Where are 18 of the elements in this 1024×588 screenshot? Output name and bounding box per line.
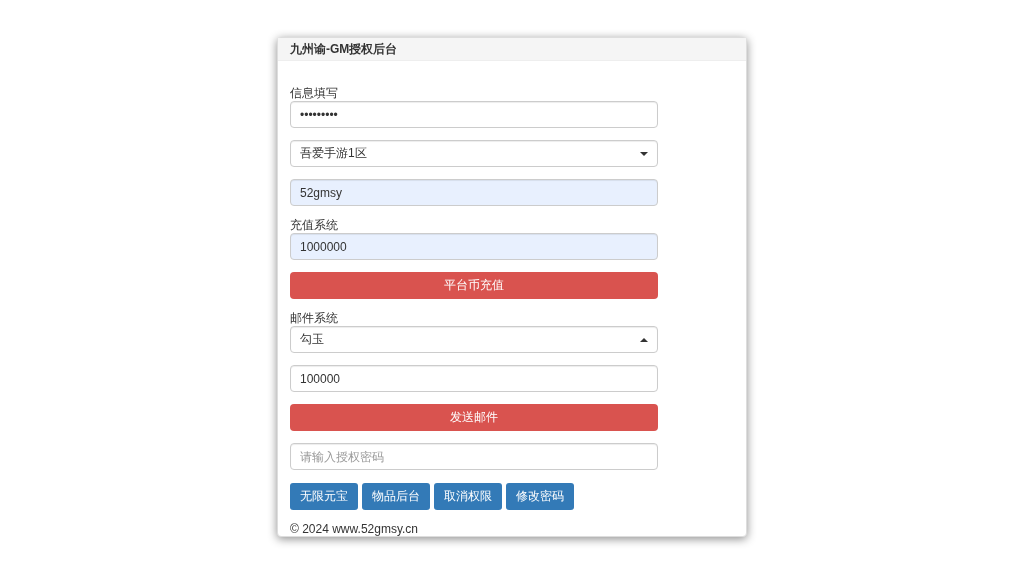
action-button[interactable]: 物品后台 xyxy=(362,483,430,510)
input-field[interactable]: 100000 xyxy=(290,365,658,392)
action-button[interactable]: 修改密码 xyxy=(506,483,574,510)
section-label: 邮件系统 xyxy=(290,311,339,325)
input-field[interactable]: 52gmsy xyxy=(290,179,658,206)
submit-button[interactable]: 平台币充值 xyxy=(290,272,658,299)
select-field[interactable]: 勾玉 xyxy=(290,326,658,353)
panel-title: 九州谕-GM授权后台 xyxy=(278,38,746,61)
section-label: 充值系统 xyxy=(290,218,339,232)
input-field[interactable]: ••••••••• xyxy=(290,101,658,128)
input-field[interactable]: 请输入授权密码 xyxy=(290,443,658,470)
section-label: 信息填写 xyxy=(290,86,339,100)
input-field[interactable]: 1000000 xyxy=(290,233,658,260)
select-field[interactable]: 吾爱手游1区 xyxy=(290,140,658,167)
action-button[interactable]: 无限元宝 xyxy=(290,483,358,510)
copyright-text: © 2024 www.52gmsy.cn xyxy=(290,522,419,536)
action-button[interactable]: 取消权限 xyxy=(434,483,502,510)
submit-button[interactable]: 发送邮件 xyxy=(290,404,658,431)
